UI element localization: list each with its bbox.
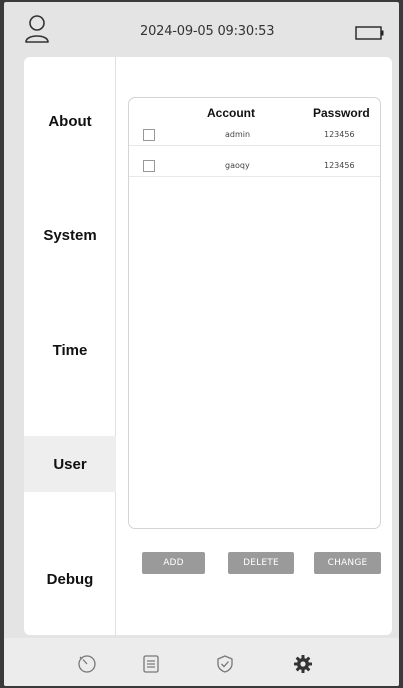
- add-button[interactable]: ADD: [142, 552, 205, 574]
- table-row[interactable]: gaoqy 123456: [129, 157, 380, 177]
- status-bar: 2024-09-05 09:30:53: [4, 2, 399, 54]
- account-cell: admin: [225, 130, 251, 139]
- device-screen: 2024-09-05 09:30:53 About System Time Us…: [4, 2, 399, 686]
- change-button[interactable]: CHANGE: [314, 552, 381, 574]
- list-icon[interactable]: [141, 654, 161, 674]
- account-cell: gaoqy: [225, 161, 250, 170]
- sidebar-item-debug[interactable]: Debug: [24, 551, 116, 607]
- sidebar-item-label: Debug: [46, 570, 94, 588]
- timer-icon[interactable]: [77, 654, 97, 674]
- bottom-nav: [4, 638, 399, 686]
- table-header: Account Password: [129, 98, 380, 124]
- delete-button[interactable]: DELETE: [228, 552, 294, 574]
- table-row[interactable]: admin 123456: [129, 126, 380, 146]
- shield-check-icon[interactable]: [215, 654, 235, 674]
- datetime-display: 2024-09-05 09:30:53: [140, 24, 275, 39]
- sidebar-item-label: About: [48, 112, 92, 130]
- sidebar-item-user[interactable]: User: [24, 436, 116, 492]
- row-checkbox[interactable]: [143, 160, 155, 172]
- sidebar-item-about[interactable]: About: [24, 93, 116, 149]
- password-cell: 123456: [324, 130, 355, 139]
- sidebar-item-label: User: [53, 455, 87, 473]
- settings-sidebar: About System Time User Debug: [24, 57, 116, 635]
- sidebar-item-label: System: [43, 226, 97, 244]
- sidebar-item-time[interactable]: Time: [24, 322, 116, 378]
- sidebar-item-system[interactable]: System: [24, 207, 116, 263]
- column-header-account: Account: [207, 106, 255, 120]
- user-icon[interactable]: [24, 14, 50, 46]
- column-header-password: Password: [313, 106, 370, 120]
- gear-icon[interactable]: [293, 654, 313, 674]
- sidebar-item-label: Time: [52, 341, 88, 359]
- row-checkbox[interactable]: [143, 129, 155, 141]
- user-table: Account Password admin 123456 gaoqy 1234…: [128, 97, 381, 529]
- settings-panel: About System Time User Debug Account Pas…: [24, 57, 392, 635]
- password-cell: 123456: [324, 161, 355, 170]
- battery-icon: [355, 26, 384, 40]
